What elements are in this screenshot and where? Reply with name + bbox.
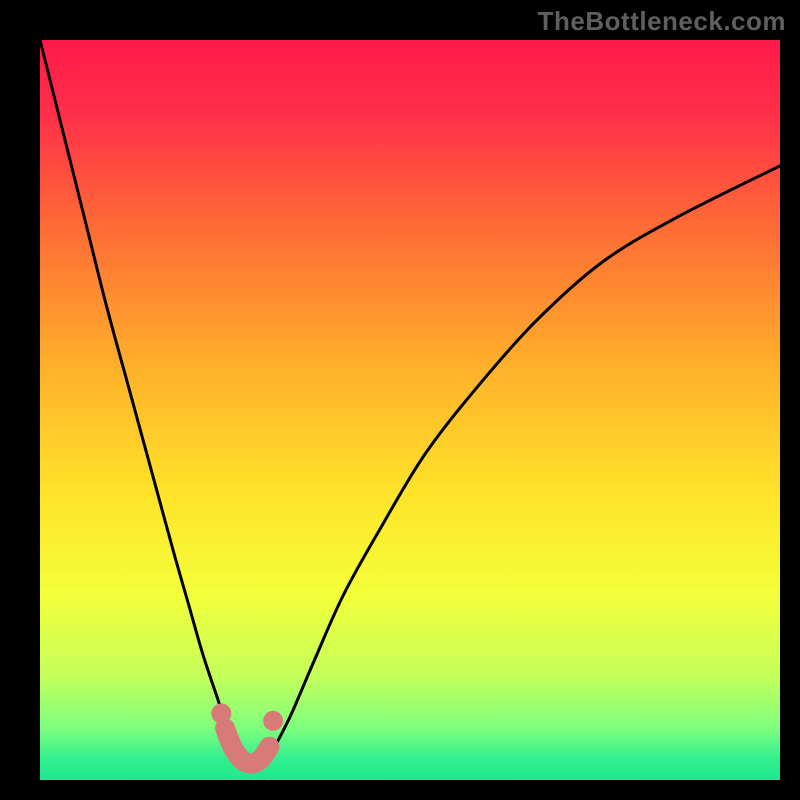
- left-dot: [211, 703, 231, 723]
- chart-svg: [40, 40, 780, 780]
- watermark-text: TheBottleneck.com: [538, 6, 786, 37]
- gradient-background: [40, 40, 780, 780]
- right-dot: [263, 711, 283, 731]
- chart-frame: TheBottleneck.com: [0, 0, 800, 800]
- plot-area: [40, 40, 780, 780]
